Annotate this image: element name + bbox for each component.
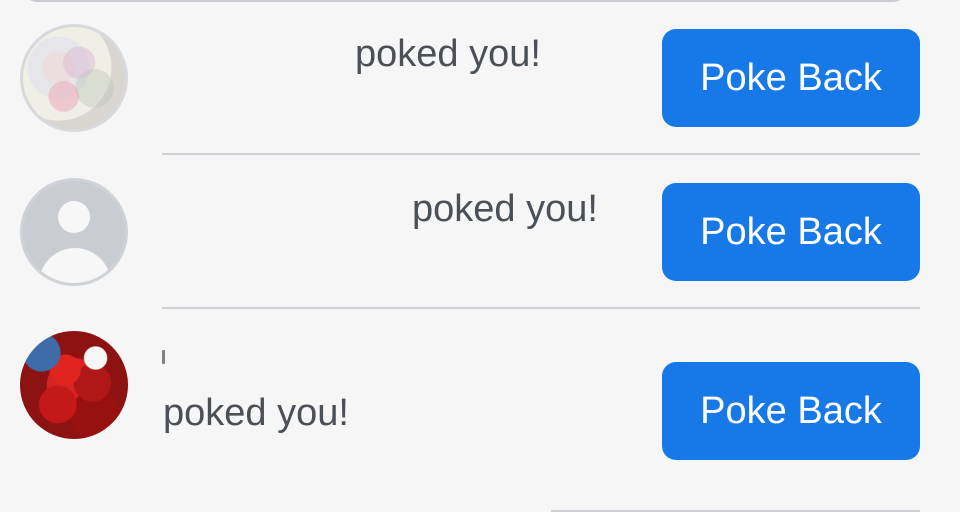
notification-message: poked you! — [412, 188, 598, 230]
profile-photo-icon[interactable] — [20, 24, 128, 132]
poke-back-button[interactable]: Poke Back — [662, 183, 920, 281]
user-shoulders-icon — [39, 248, 111, 283]
poke-back-button[interactable]: Poke Back — [662, 362, 920, 460]
top-container-edge — [20, 0, 910, 2]
notification-message: poked you! — [355, 33, 541, 75]
poke-back-button[interactable]: Poke Back — [662, 29, 920, 127]
row-divider — [162, 153, 920, 155]
notification-message: poked you! — [163, 392, 349, 434]
user-head-icon — [58, 201, 90, 233]
name-fragment-mark — [162, 350, 165, 364]
profile-photo-icon[interactable] — [20, 331, 128, 439]
default-user-icon[interactable] — [20, 178, 128, 286]
row-divider — [162, 307, 920, 309]
